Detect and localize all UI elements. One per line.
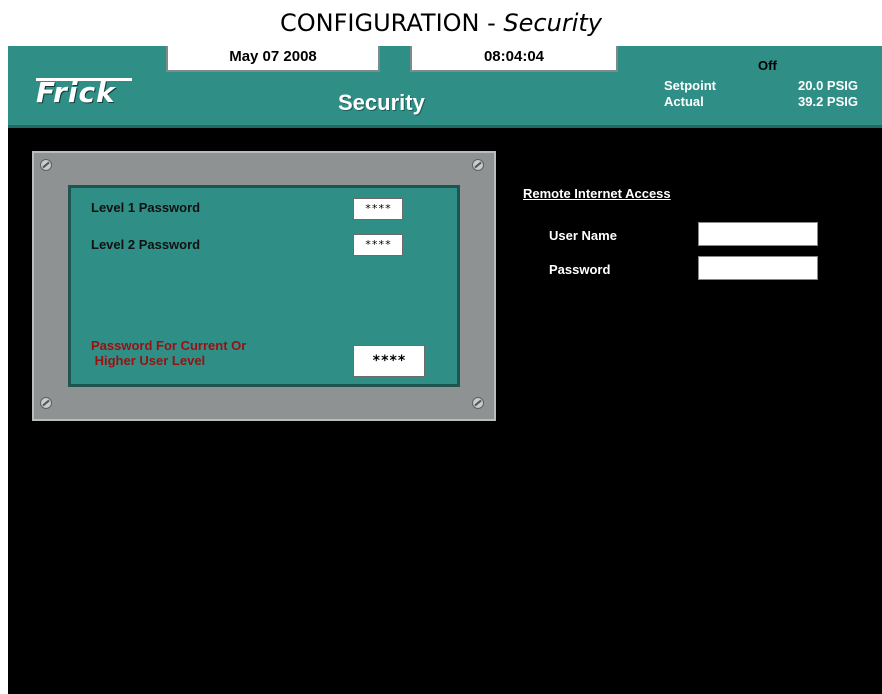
screw-icon bbox=[472, 159, 484, 171]
document-title-sub: Security bbox=[503, 9, 602, 37]
remote-password-input[interactable] bbox=[698, 256, 818, 280]
hmi-screen: Frick May 07 2008 08:04:04 Security Off … bbox=[8, 46, 882, 694]
actual-label: Actual bbox=[664, 94, 704, 109]
screw-icon bbox=[40, 397, 52, 409]
current-password-label-line2: Higher User Level bbox=[91, 353, 206, 368]
frick-logo: Frick bbox=[36, 76, 116, 109]
page-title: Security bbox=[338, 90, 425, 115]
password-plate: Level 1 Password **** Level 2 Password *… bbox=[32, 151, 496, 421]
current-password-field[interactable]: **** bbox=[353, 345, 425, 377]
remote-password-label: Password bbox=[549, 262, 611, 277]
time-display: 08:04:04 bbox=[410, 46, 618, 72]
status-text: Off bbox=[758, 58, 777, 73]
screw-icon bbox=[40, 159, 52, 171]
level2-password-field[interactable]: **** bbox=[353, 234, 403, 256]
setpoint-value: 20.0 PSIG bbox=[798, 78, 858, 93]
level1-password-label: Level 1 Password bbox=[91, 200, 201, 215]
document-title: CONFIGURATION - Security bbox=[0, 0, 882, 46]
username-label: User Name bbox=[549, 228, 617, 243]
remote-access-title: Remote Internet Access bbox=[523, 186, 671, 201]
setpoint-label: Setpoint bbox=[664, 78, 716, 93]
username-input[interactable] bbox=[698, 222, 818, 246]
header-bar: Frick May 07 2008 08:04:04 Security Off … bbox=[8, 46, 882, 128]
document-title-main: CONFIGURATION - bbox=[280, 9, 504, 37]
screw-icon bbox=[472, 397, 484, 409]
date-display: May 07 2008 bbox=[166, 46, 380, 72]
password-panel: Level 1 Password **** Level 2 Password *… bbox=[68, 185, 460, 387]
level2-password-label: Level 2 Password bbox=[91, 237, 201, 252]
actual-value: 39.2 PSIG bbox=[798, 94, 858, 109]
current-password-label-line1: Password For Current Or bbox=[91, 338, 247, 353]
level1-password-field[interactable]: **** bbox=[353, 198, 403, 220]
